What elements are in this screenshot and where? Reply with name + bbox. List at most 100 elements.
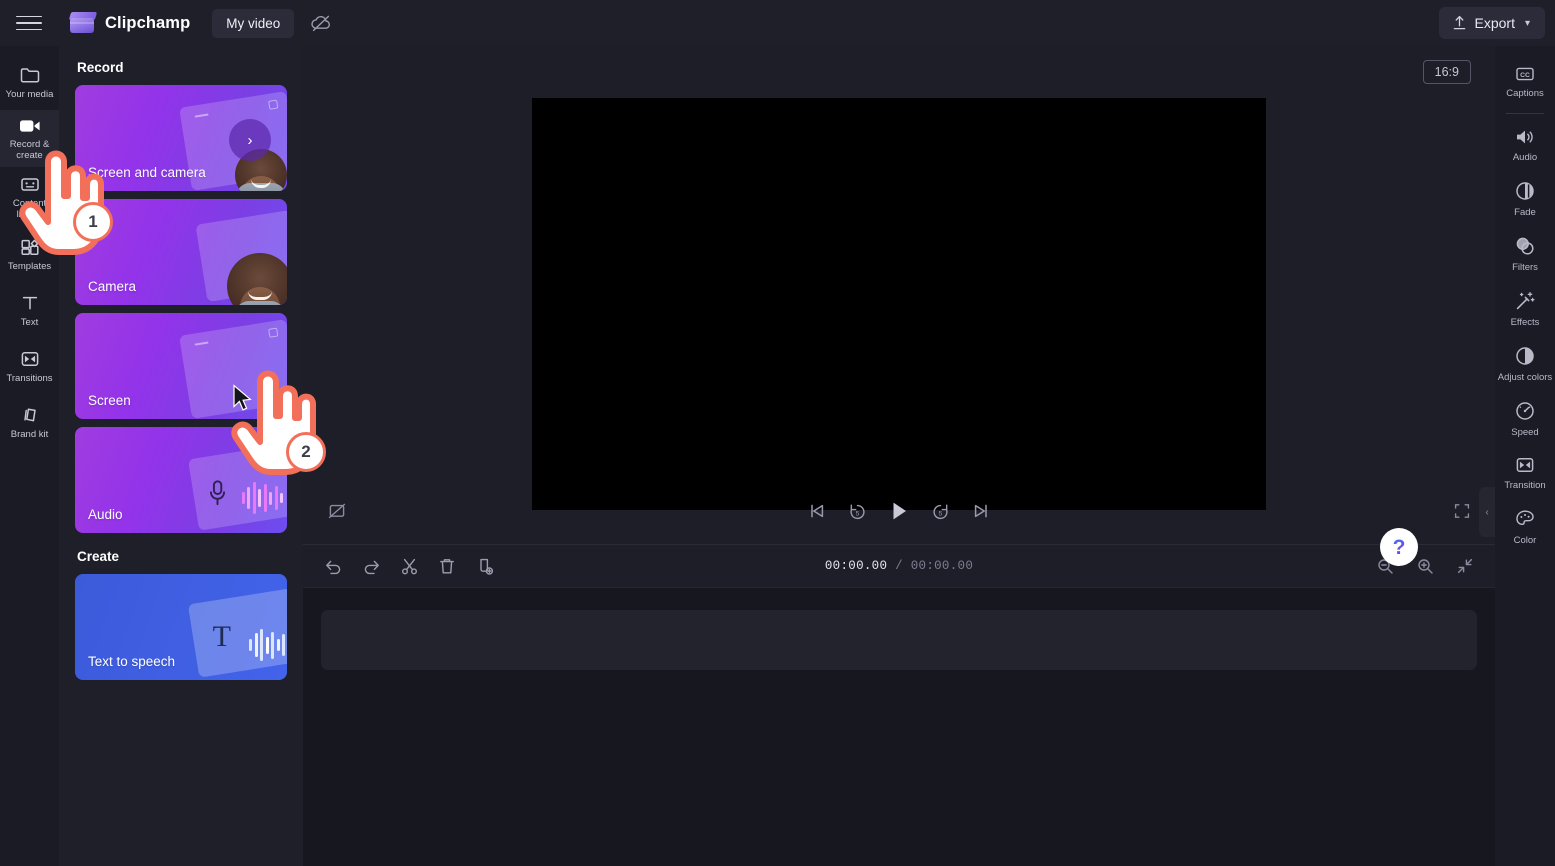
card-label: Screen and camera [88,165,206,180]
export-label: Export [1474,15,1515,31]
tool-label: Fade [1514,207,1536,218]
microphone-icon [210,480,225,506]
tool-filters[interactable]: Filters [1495,226,1555,281]
time-separator: / [895,559,903,573]
clipchamp-logo-icon [68,12,98,34]
cloud-off-icon[interactable] [304,8,338,38]
record-and-create-panel: Record › Screen and camera Camera Screen… [59,46,303,866]
fullscreen-icon[interactable] [1453,502,1471,520]
empty-track-placeholder[interactable] [321,610,1477,670]
rewind-5-icon[interactable]: 5 [848,502,867,521]
tool-fade[interactable]: Fade [1495,171,1555,226]
undo-icon[interactable] [321,554,345,578]
editor-body: Your media Record & create Content libra… [0,46,1555,866]
current-time: 00:00.00 [824,559,888,573]
forward-5-icon[interactable]: 5 [931,502,950,521]
right-rail: CC Captions Audio Fade Filters Effects A… [1495,46,1555,866]
templates-icon [20,239,39,255]
tool-label: Transition [1504,480,1546,491]
help-button[interactable]: ? [1380,528,1418,566]
text-icon [22,296,37,310]
help-label: ? [1392,535,1406,559]
brand-kit-icon [23,408,36,422]
tool-captions[interactable]: CC Captions [1495,56,1555,107]
sidebar-item-content-library[interactable]: Content library [0,167,59,226]
skip-start-icon[interactable] [808,502,826,520]
aspect-ratio-chip[interactable]: 16:9 [1422,60,1471,84]
play-icon[interactable] [889,500,909,522]
sidebar-item-brand-kit[interactable]: Brand kit [0,394,59,450]
transitions-icon [21,352,38,366]
audio-art [173,435,287,533]
speaker-icon [1517,130,1533,144]
hamburger-icon[interactable] [16,12,42,34]
zoom-in-icon[interactable] [1413,554,1437,578]
top-bar: Clipchamp My video Export ▾ [0,0,1555,46]
content-library-icon [20,178,39,191]
tool-adjust-colors[interactable]: Adjust colors [1495,336,1555,391]
chevron-left-icon: ‹ [1485,506,1489,518]
fade-icon [1516,182,1534,200]
trash-icon[interactable] [435,554,459,578]
closed-captions-icon: CC [1516,67,1534,81]
svg-text:CC: CC [1520,72,1530,79]
sidebar-item-label: Content library [12,198,47,220]
timeline-area[interactable] [303,588,1495,866]
fit-screen-icon[interactable] [1453,554,1477,578]
sidebar-item-label: Templates [7,261,52,272]
screen-record-card[interactable]: Screen [75,313,287,419]
tool-label: Adjust colors [1497,372,1553,383]
upload-icon [1453,15,1465,30]
sidebar-item-label: Record & create [9,139,50,161]
project-name-chip[interactable]: My video [212,8,295,38]
redo-icon[interactable] [359,554,383,578]
folder-icon [20,68,39,83]
sidebar-item-label: Brand kit [10,429,49,440]
total-time: 00:00.00 [910,559,974,573]
tool-color[interactable]: Color [1495,499,1555,554]
svg-text:5: 5 [939,510,943,517]
speedometer-icon [1516,402,1534,420]
rail-divider [1506,113,1544,114]
preview-area: 16:9 5 5 [303,46,1495,544]
camera-art [173,207,287,305]
tool-speed[interactable]: Speed [1495,391,1555,446]
tool-label: Color [1513,535,1537,546]
sidebar-item-templates[interactable]: Templates [0,226,59,282]
transitions-icon [1516,458,1534,472]
left-rail: Your media Record & create Content libra… [0,46,59,866]
camera-card[interactable]: Camera [75,199,287,305]
sidebar-item-record-and-create[interactable]: Record & create [0,110,59,167]
tool-audio[interactable]: Audio [1495,118,1555,171]
tool-label: Audio [1512,152,1538,163]
svg-text:5: 5 [856,510,860,517]
scissors-icon[interactable] [397,554,421,578]
clipchamp-editor: Clipchamp My video Export ▾ Your media R… [0,0,1555,866]
screen-art [173,319,287,419]
audio-record-card[interactable]: Audio [75,427,287,533]
text-to-speech-card[interactable]: T Text to speech [75,574,287,680]
collapse-right-panel-handle[interactable]: ‹ [1479,487,1495,537]
sidebar-item-label: Transitions [6,373,53,384]
card-label: Audio [88,507,123,522]
sidebar-item-text[interactable]: Text [0,282,59,338]
chevron-down-icon: ▾ [1524,17,1530,29]
contrast-icon [1516,347,1534,365]
editor-center: 16:9 5 5 00:00.00 / 00:00.00 ‹ ? [303,46,1495,866]
chevron-right-icon: › [229,119,271,161]
duplicate-icon[interactable] [473,554,497,578]
tool-effects[interactable]: Effects [1495,281,1555,336]
tool-transition[interactable]: Transition [1495,446,1555,499]
sidebar-item-your-media[interactable]: Your media [0,54,59,110]
crop-off-icon[interactable] [327,502,347,520]
export-button[interactable]: Export ▾ [1438,7,1545,39]
tool-label: Filters [1512,262,1538,273]
skip-end-icon[interactable] [972,502,990,520]
sidebar-item-transitions[interactable]: Transitions [0,338,59,394]
create-section-heading: Create [77,549,120,564]
video-canvas[interactable] [532,98,1266,510]
filters-icon [1516,237,1534,255]
screen-and-camera-card[interactable]: › Screen and camera [75,85,287,191]
brand-name: Clipchamp [105,13,191,32]
tool-label: Effects [1510,317,1540,328]
